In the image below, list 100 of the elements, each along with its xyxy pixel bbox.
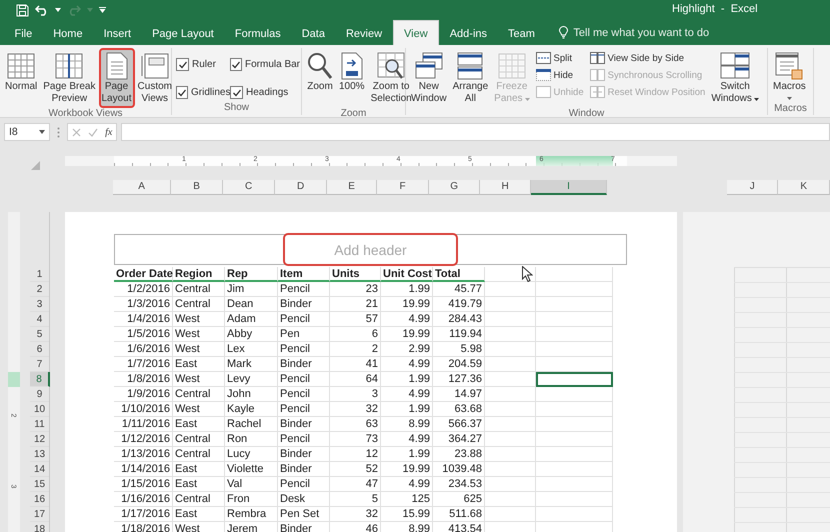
ribbon-button[interactable]: Switch Windows <box>708 48 762 108</box>
select-all-icon[interactable] <box>31 161 40 170</box>
ribbon-button[interactable]: Split <box>536 51 584 65</box>
row-header[interactable]: 11 <box>30 417 49 432</box>
table-cell: Val <box>225 477 278 492</box>
column-header[interactable]: B <box>171 180 223 195</box>
row-header[interactable]: 6 <box>30 342 49 357</box>
resize-handle-icon[interactable] <box>57 126 60 138</box>
undo-icon[interactable] <box>35 4 49 16</box>
customize-icon[interactable] <box>99 7 106 13</box>
table-cell: 4.99 <box>381 432 433 447</box>
checkbox[interactable]: Gridlines <box>176 86 230 99</box>
row-header[interactable]: 4 <box>30 312 49 327</box>
ribbon-button[interactable]: Arrange All <box>450 48 492 108</box>
table-cell: 5.98 <box>433 342 485 357</box>
table-cell: 2.99 <box>381 342 433 357</box>
tell-me-search[interactable]: Tell me what you want to do <box>555 20 714 45</box>
column-header[interactable]: G <box>428 180 480 195</box>
table-cell: 3 <box>330 387 381 402</box>
redo-icon[interactable] <box>67 4 81 16</box>
two-pages-icon <box>590 86 605 98</box>
column-title: Unit Cost <box>381 267 433 282</box>
ribbon-button[interactable]: Page Break Preview <box>40 48 98 108</box>
ribbon-button[interactable]: Macros <box>770 48 809 103</box>
table-cell: 1/11/2016 <box>114 417 173 432</box>
checkbox[interactable]: Ruler <box>176 58 230 71</box>
ribbon-tab[interactable]: Insert <box>93 20 142 45</box>
row-header[interactable]: 1 <box>30 267 49 282</box>
checkmark-icon <box>231 60 241 70</box>
ribbon-button[interactable]: Custom Views <box>134 48 175 108</box>
ribbon-tab[interactable]: Home <box>42 20 94 45</box>
table-cell: Binder <box>278 522 330 532</box>
row-header[interactable]: 3 <box>30 297 49 312</box>
row-header[interactable]: 15 <box>30 477 49 492</box>
windows-icon <box>720 52 750 80</box>
ribbon-button[interactable]: Normal <box>2 48 40 96</box>
caret-icon[interactable] <box>55 8 61 12</box>
ribbon-tab[interactable]: Review <box>335 20 393 45</box>
table-cell <box>485 477 536 492</box>
ribbon-tab[interactable]: Formulas <box>224 20 292 45</box>
column-header[interactable]: E <box>326 180 378 195</box>
table-cell <box>485 312 536 327</box>
table-cell: 32 <box>330 507 381 522</box>
name-box[interactable]: I8 <box>4 123 50 141</box>
table-cell: 63 <box>330 417 381 432</box>
column-header[interactable]: K <box>778 180 830 195</box>
table-cell: 8.99 <box>381 522 433 532</box>
group-label: Window <box>568 108 606 120</box>
table-cell: East <box>173 462 225 477</box>
row-header[interactable]: 12 <box>30 432 49 447</box>
mouse-pointer-icon <box>522 266 533 282</box>
table-cell: East <box>173 357 225 372</box>
table-cell: 1/14/2016 <box>114 462 173 477</box>
ribbon-tab[interactable]: Add-ins <box>439 20 498 45</box>
cancel-icon[interactable] <box>72 128 81 136</box>
row-header[interactable]: 14 <box>30 462 49 477</box>
ribbon-button[interactable]: Hide <box>536 68 584 82</box>
table-cell <box>485 372 536 387</box>
column-header[interactable]: D <box>275 180 327 195</box>
insert-function-button[interactable]: fx <box>105 126 112 138</box>
ribbon-button[interactable]: Zoom <box>304 48 336 96</box>
row-header[interactable]: 13 <box>30 447 49 462</box>
row-header[interactable]: 2 <box>30 282 49 297</box>
table-cell: East <box>173 477 225 492</box>
ribbon-button[interactable]: Page Layout <box>98 48 135 108</box>
row-header[interactable]: 16 <box>30 492 49 507</box>
row-header[interactable]: 18 <box>30 522 49 532</box>
table-cell: West <box>173 342 225 357</box>
column-header[interactable]: A <box>112 180 172 195</box>
row-header[interactable]: 9 <box>30 387 49 402</box>
table-cell <box>485 492 536 507</box>
column-header[interactable]: J <box>726 180 778 195</box>
checkbox[interactable]: Headings <box>230 86 298 99</box>
table-cell: 2 <box>330 342 381 357</box>
row-header[interactable]: 10 <box>30 402 49 417</box>
row-header[interactable]: 17 <box>30 507 49 522</box>
table-cell: Pen <box>278 327 330 342</box>
check-icon[interactable] <box>88 128 98 136</box>
table-cell <box>485 387 536 402</box>
table-cell: 1/15/2016 <box>114 477 173 492</box>
table-cell: 47 <box>330 477 381 492</box>
ribbon-button[interactable]: 100% <box>336 48 368 96</box>
column-header[interactable]: H <box>480 180 531 195</box>
column-title: Total <box>433 267 485 282</box>
ribbon-tab[interactable]: Page Layout <box>142 20 224 45</box>
column-header[interactable]: C <box>222 180 276 195</box>
ribbon-tab[interactable]: File <box>4 20 43 45</box>
row-header[interactable]: 5 <box>30 327 49 342</box>
ribbon-tab[interactable]: View <box>392 20 440 45</box>
checkmark-icon <box>232 88 242 98</box>
column-header[interactable]: F <box>377 180 429 195</box>
ribbon-button[interactable]: View Side by Side <box>590 51 706 65</box>
formula-input[interactable] <box>121 123 830 141</box>
ribbon-tab[interactable]: Data <box>291 20 336 45</box>
window-title: Highlight - Excel <box>672 3 758 15</box>
row-header[interactable]: 8 <box>30 372 50 387</box>
checkbox[interactable]: Formula Bar <box>230 58 298 71</box>
column-header[interactable]: I <box>530 180 608 195</box>
ribbon-tab[interactable]: Team <box>498 20 546 45</box>
save-icon[interactable] <box>16 4 29 16</box>
